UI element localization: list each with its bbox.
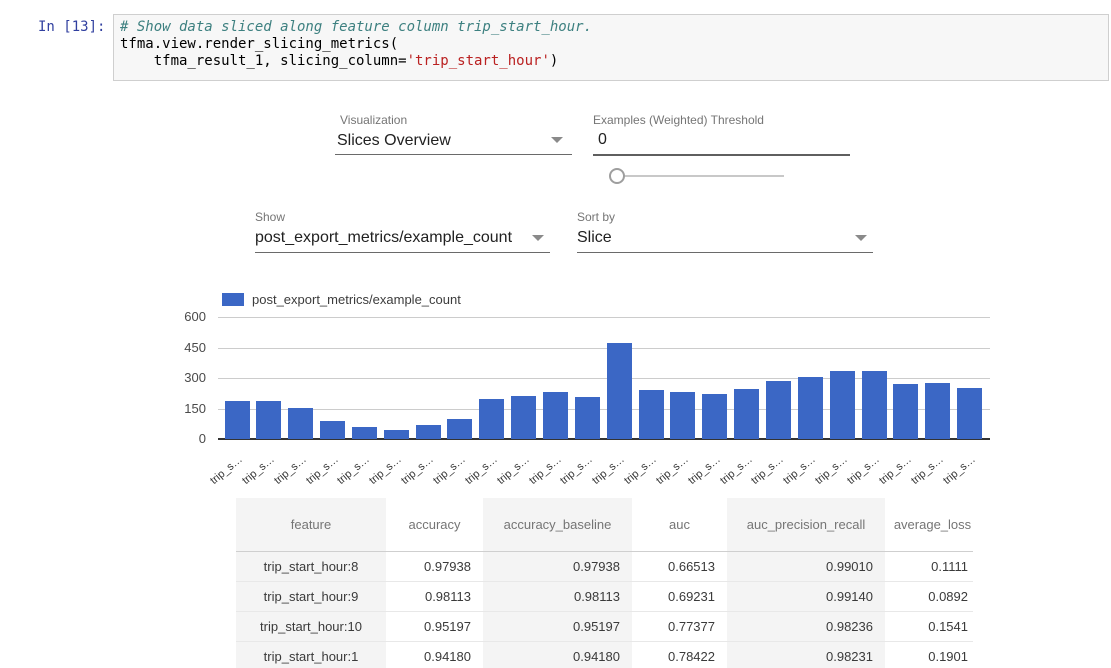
metric-cell: 0.98113 xyxy=(483,582,632,611)
bar-segment[interactable] xyxy=(766,381,791,439)
metric-cell: 0.95197 xyxy=(483,612,632,641)
bar-segment[interactable] xyxy=(734,389,759,439)
feature-cell: trip_start_hour:10 xyxy=(236,612,386,641)
bar-segment[interactable] xyxy=(607,343,632,439)
metric-cell: 0.69231 xyxy=(632,582,727,611)
threshold-underline xyxy=(593,154,850,156)
code-line-3: tfma_result_1, slicing_column='trip_star… xyxy=(120,53,1102,70)
sort-by-underline xyxy=(577,252,873,253)
metric-cell: 0.1901 xyxy=(885,642,973,668)
visualization-underline xyxy=(335,154,572,155)
code-cell-editor[interactable]: # Show data sliced along feature column … xyxy=(113,14,1109,81)
metric-cell: 0.97938 xyxy=(483,552,632,581)
table-row: trip_start_hour:100.951970.951970.773770… xyxy=(236,612,973,642)
metric-cell: 0.94180 xyxy=(483,642,632,668)
y-axis-tick-label: 600 xyxy=(166,309,206,324)
metric-cell: 0.1541 xyxy=(885,612,973,641)
bar-segment[interactable] xyxy=(575,397,600,439)
metric-cell: 0.98236 xyxy=(727,612,885,641)
threshold-label: Examples (Weighted) Threshold xyxy=(593,113,764,127)
show-dropdown[interactable]: post_export_metrics/example_count xyxy=(255,229,512,247)
bar-segment[interactable] xyxy=(384,430,409,439)
bar-segment[interactable] xyxy=(925,383,950,439)
bar-segment[interactable] xyxy=(893,384,918,439)
legend-swatch xyxy=(222,293,244,306)
metric-cell: 0.95197 xyxy=(386,612,483,641)
bar-segment[interactable] xyxy=(352,427,377,439)
show-label: Show xyxy=(255,210,285,224)
bar-segment[interactable] xyxy=(830,371,855,439)
feature-cell: trip_start_hour:8 xyxy=(236,552,386,581)
metric-cell: 0.78422 xyxy=(632,642,727,668)
sort-by-dropdown[interactable]: Slice xyxy=(577,229,612,247)
column-header-accuracy_baseline[interactable]: accuracy_baseline xyxy=(483,498,632,551)
threshold-slider-handle[interactable] xyxy=(609,168,625,184)
threshold-input[interactable]: 0 xyxy=(598,131,607,149)
bar-segment[interactable] xyxy=(670,392,695,439)
legend-label: post_export_metrics/example_count xyxy=(252,292,461,307)
code-line-3-post: ) xyxy=(550,53,558,69)
notebook-output-screen: In [13]: # Show data sliced along featur… xyxy=(0,0,1111,668)
bar-segment[interactable] xyxy=(639,390,664,439)
table-row: trip_start_hour:80.979380.979380.665130.… xyxy=(236,552,973,582)
show-chevron-down-icon[interactable] xyxy=(532,235,544,241)
show-underline xyxy=(255,252,550,253)
metric-cell: 0.0892 xyxy=(885,582,973,611)
feature-cell: trip_start_hour:9 xyxy=(236,582,386,611)
y-axis-tick-label: 0 xyxy=(166,431,206,446)
bar-segment[interactable] xyxy=(479,399,504,439)
column-header-feature[interactable]: feature xyxy=(236,498,386,551)
bar-segment[interactable] xyxy=(543,392,568,439)
bar-segment[interactable] xyxy=(511,396,536,439)
gridline xyxy=(218,348,990,349)
bar-segment[interactable] xyxy=(862,371,887,439)
metric-cell: 0.99010 xyxy=(727,552,885,581)
bar-segment[interactable] xyxy=(957,388,982,439)
bar-segment[interactable] xyxy=(288,408,313,439)
metric-cell: 0.77377 xyxy=(632,612,727,641)
y-axis-tick-label: 300 xyxy=(166,370,206,385)
visualization-chevron-down-icon[interactable] xyxy=(551,137,563,143)
code-string-literal: 'trip_start_hour' xyxy=(407,53,550,69)
code-line-3-pre: tfma_result_1, slicing_column= xyxy=(120,53,407,69)
bar-segment[interactable] xyxy=(320,421,345,439)
column-header-auc_precision_recall[interactable]: auc_precision_recall xyxy=(727,498,885,551)
table-header-row: featureaccuracyaccuracy_baselineaucauc_p… xyxy=(236,498,973,552)
code-comment-line: # Show data sliced along feature column … xyxy=(120,19,1102,36)
metrics-table: featureaccuracyaccuracy_baselineaucauc_p… xyxy=(236,498,973,668)
metric-cell: 0.94180 xyxy=(386,642,483,668)
table-row: trip_start_hour:90.981130.981130.692310.… xyxy=(236,582,973,612)
y-axis-tick-label: 150 xyxy=(166,401,206,416)
sort-by-label: Sort by xyxy=(577,210,615,224)
bar-segment[interactable] xyxy=(416,425,441,439)
bar-segment[interactable] xyxy=(447,419,472,439)
visualization-dropdown[interactable]: Slices Overview xyxy=(337,132,451,150)
feature-cell: trip_start_hour:1 xyxy=(236,642,386,668)
sort-by-chevron-down-icon[interactable] xyxy=(855,235,867,241)
metric-cell: 0.98113 xyxy=(386,582,483,611)
metric-cell: 0.66513 xyxy=(632,552,727,581)
metric-cell: 0.1111 xyxy=(885,552,973,581)
gridline xyxy=(218,317,990,318)
metric-cell: 0.98231 xyxy=(727,642,885,668)
bar-segment[interactable] xyxy=(798,377,823,439)
bar-segment[interactable] xyxy=(225,401,250,439)
bar-segment[interactable] xyxy=(256,401,281,439)
cell-execution-prompt: In [13]: xyxy=(38,19,105,35)
metric-cell: 0.97938 xyxy=(386,552,483,581)
code-line-2: tfma.view.render_slicing_metrics( xyxy=(120,36,1102,53)
visualization-label: Visualization xyxy=(340,113,407,127)
threshold-slider-track[interactable] xyxy=(617,175,784,177)
table-row: trip_start_hour:10.941800.941800.784220.… xyxy=(236,642,973,668)
y-axis-tick-label: 450 xyxy=(166,340,206,355)
metric-cell: 0.99140 xyxy=(727,582,885,611)
bar-segment[interactable] xyxy=(702,394,727,439)
column-header-average_loss[interactable]: average_loss xyxy=(885,498,973,551)
column-header-accuracy[interactable]: accuracy xyxy=(386,498,483,551)
column-header-auc[interactable]: auc xyxy=(632,498,727,551)
